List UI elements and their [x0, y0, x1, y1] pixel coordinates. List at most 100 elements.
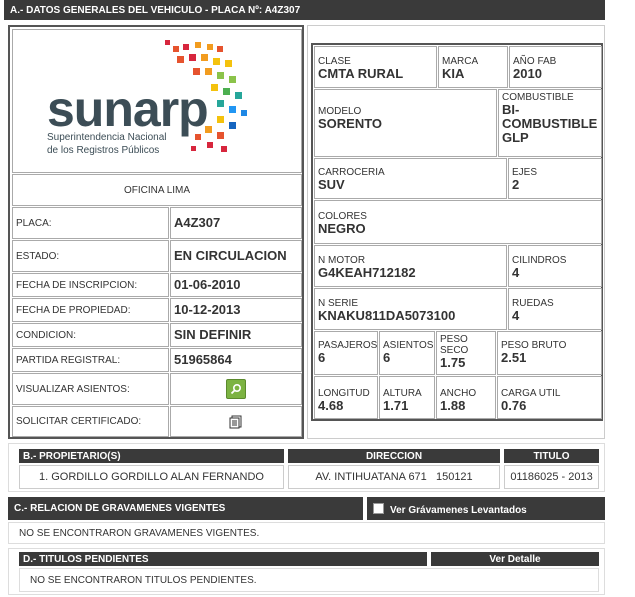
altura-cell: ALTURA 1.71: [379, 376, 435, 419]
marca-cell: MARCA KIA: [438, 46, 508, 88]
carroceria-label: CARROCERIA: [318, 167, 385, 178]
titulo-header: TITULO: [504, 449, 599, 463]
propiedad-label-cell: FECHA DE PROPIEDAD:: [12, 298, 169, 322]
carga-util-cell: CARGA UTIL 0.76: [497, 376, 602, 419]
logo-subtitle-2: de los Registros Públicos: [47, 145, 160, 156]
titulos-message: NO SE ENCONTRARON TITULOS PENDIENTES.: [19, 568, 599, 592]
placa-label: PLACA:: [16, 217, 52, 229]
pasajeros-cell: PASAJEROS 6: [314, 331, 378, 375]
pasajeros-label: PASAJEROS: [318, 340, 378, 351]
asientos-label: ASIENTOS: [383, 340, 434, 351]
ejes-value: 2: [512, 177, 520, 192]
combustible-value-3: GLP: [502, 130, 529, 145]
section-b-owners: B.- PROPIETARIO(S) DIRECCION TITULO 1. G…: [8, 443, 605, 492]
propiedad-label: FECHA DE PROPIEDAD:: [16, 304, 131, 316]
placa-value-cell: A4Z307: [170, 207, 302, 239]
vehicle-details-grid: CLASE CMTA RURAL MARCA KIA AÑO FAB 2010 …: [311, 43, 603, 421]
search-icon: [230, 383, 242, 395]
ancho-cell: ANCHO 1.88: [436, 376, 496, 419]
logo-subtitle-1: Superintendencia Nacional: [47, 132, 167, 143]
inscripcion-value-cell: 01-06-2010: [170, 273, 302, 297]
clase-value: CMTA RURAL: [318, 66, 404, 81]
carga-util-value: 0.76: [501, 398, 527, 413]
owner-title-cell: 01186025 - 2013: [504, 465, 599, 489]
estado-value: EN CIRCULACION: [174, 248, 287, 263]
visualizar-asientos-label: VISUALIZAR ASIENTOS:: [16, 383, 130, 395]
section-c-title: C.- RELACION DE GRAVAMENES VIGENTES: [8, 497, 363, 520]
condicion-value: SIN DEFINIR: [174, 327, 252, 342]
clase-cell: CLASE CMTA RURAL: [314, 46, 437, 88]
owner-address-cell: AV. INTIHUATANA 671 150121: [288, 465, 500, 489]
colores-cell: COLORES NEGRO: [314, 200, 602, 244]
inscripcion-label: FECHA DE INSCRIPCION:: [16, 279, 138, 291]
partida-value: 51965864: [174, 352, 232, 367]
logo-wordmark: sunarp: [47, 81, 209, 137]
condicion-value-cell: SIN DEFINIR: [170, 323, 302, 347]
condicion-label-cell: CONDICION:: [12, 323, 169, 347]
direccion-header: DIRECCION: [288, 449, 500, 463]
inscripcion-label-cell: FECHA DE INSCRIPCION:: [12, 273, 169, 297]
solicitar-certificado-label: SOLICITAR CERTIFICADO:: [16, 416, 142, 427]
section-d-title: D.- TITULOS PENDIENTES: [19, 552, 427, 566]
ejes-cell: EJES 2: [508, 158, 602, 199]
ver-detalle-link[interactable]: Ver Detalle: [431, 552, 599, 566]
certificate-document-icon[interactable]: [229, 415, 243, 429]
serie-value: KNAKU811DA5073100: [318, 308, 456, 323]
solicitar-label-cell: SOLICITAR CERTIFICADO:: [12, 406, 169, 437]
inscripcion-value: 01-06-2010: [174, 277, 241, 292]
peso-seco-value: 1.75: [440, 355, 466, 370]
partida-label: PARTIDA REGISTRAL:: [16, 354, 121, 366]
owner-name-cell: 1. GORDILLO GORDILLO ALAN FERNANDO: [19, 465, 284, 489]
propiedad-value: 10-12-2013: [174, 302, 241, 317]
cilindros-value: 4: [512, 265, 520, 280]
office-cell: OFICINA LIMA: [12, 174, 302, 206]
motor-value: G4KEAH712182: [318, 265, 416, 280]
carroceria-cell: CARROCERIA SUV: [314, 158, 507, 199]
anio-cell: AÑO FAB 2010: [509, 46, 602, 88]
combustible-cell: COMBUSTIBLE BI- COMBUSTIBLE GLP: [498, 89, 602, 157]
cilindros-label: CILINDROS: [512, 255, 567, 266]
solicitar-value-cell: [170, 406, 302, 437]
condicion-label: CONDICION:: [16, 329, 76, 341]
pasajeros-value: 6: [318, 350, 326, 365]
motor-cell: N MOTOR G4KEAH712182: [314, 245, 507, 287]
ancho-value: 1.88: [440, 398, 466, 413]
longitud-value: 4.68: [318, 398, 344, 413]
asientos-cell: ASIENTOS 6: [379, 331, 435, 375]
combustible-value-2: COMBUSTIBLE: [502, 116, 598, 131]
partida-label-cell: PARTIDA REGISTRAL:: [12, 348, 169, 372]
modelo-value: SORENTO: [318, 116, 383, 131]
ruedas-cell: RUEDAS 4: [508, 288, 602, 330]
marca-value: KIA: [442, 66, 465, 81]
propiedad-value-cell: 10-12-2013: [170, 298, 302, 322]
visualizar-value-cell: [170, 373, 302, 405]
section-d-pending: D.- TITULOS PENDIENTES Ver Detalle NO SE…: [8, 548, 605, 595]
placa-value: A4Z307: [174, 215, 221, 230]
ruedas-label: RUEDAS: [512, 298, 554, 309]
ejes-label: EJES: [512, 167, 538, 178]
serie-cell: N SERIE KNAKU811DA5073100: [314, 288, 507, 330]
estado-value-cell: EN CIRCULACION: [170, 240, 302, 272]
sunarp-logo: sunarp Superintendencia Nacional de los …: [12, 29, 302, 173]
colores-value: NEGRO: [318, 221, 366, 236]
peso-bruto-cell: PESO BRUTO 2.51: [497, 331, 602, 375]
ruedas-value: 4: [512, 308, 520, 323]
ver-gravamenes-toggle[interactable]: Ver Grávamenes Levantados: [367, 497, 605, 520]
vehicle-details-panel: CLASE CMTA RURAL MARCA KIA AÑO FAB 2010 …: [307, 25, 605, 439]
ver-gravamenes-label: Ver Grávamenes Levantados: [390, 505, 527, 516]
peso-bruto-value: 2.51: [501, 350, 527, 365]
office-label: OFICINA LIMA: [123, 184, 191, 196]
anio-value: 2010: [513, 66, 542, 81]
section-a-title: A.- DATOS GENERALES DEL VEHICULO - PLACA…: [4, 0, 605, 20]
visualizar-asientos-button[interactable]: [226, 379, 246, 399]
estado-label: ESTADO:: [16, 250, 60, 262]
longitud-cell: LONGITUD 4.68: [314, 376, 378, 419]
gravamenes-message: NO SE ENCONTRARON GRAVAMENES VIGENTES.: [8, 522, 605, 544]
ver-gravamenes-checkbox[interactable]: [373, 503, 384, 514]
vehicle-summary-panel: sunarp Superintendencia Nacional de los …: [8, 25, 304, 439]
altura-value: 1.71: [383, 398, 409, 413]
cilindros-cell: CILINDROS 4: [508, 245, 602, 287]
estado-label-cell: ESTADO:: [12, 240, 169, 272]
partida-value-cell: 51965864: [170, 348, 302, 372]
peso-seco-cell: PESO SECO 1.75: [436, 331, 496, 375]
